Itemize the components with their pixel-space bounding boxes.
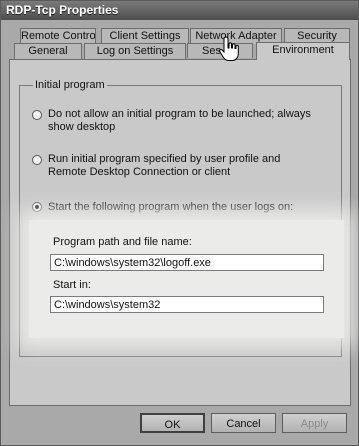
radio-run-user-profile-label: Run initial program specified by user pr…	[48, 153, 281, 178]
ok-button[interactable]: OK	[140, 413, 205, 433]
start-in-input[interactable]: C:\windows\system32	[50, 296, 324, 313]
tab-general[interactable]: General	[14, 43, 82, 59]
tab-log-on-settings[interactable]: Log on Settings	[84, 43, 186, 59]
program-path-input[interactable]: C:\windows\system32\logoff.exe	[50, 254, 324, 271]
radio-run-user-profile[interactable]	[32, 155, 42, 165]
cancel-button[interactable]: Cancel	[211, 413, 276, 433]
program-path-label: Program path and file name:	[53, 236, 192, 248]
tab-client-settings[interactable]: Client Settings	[101, 28, 189, 44]
radio-do-not-allow-label: Do not allow an initial program to be la…	[48, 108, 311, 133]
hand-pointer-icon	[219, 36, 239, 61]
title-bar[interactable]: RDP-Tcp Properties	[1, 1, 358, 20]
radio-selected-dot	[35, 205, 39, 209]
radio-do-not-allow[interactable]	[32, 110, 42, 120]
radio-start-program[interactable]	[32, 202, 42, 212]
radio-start-program-label: Start the following program when the use…	[48, 201, 294, 213]
tab-remote-control[interactable]: Remote Control	[20, 28, 96, 44]
initial-program-group-label: Initial program	[33, 79, 107, 91]
properties-dialog: RDP-Tcp Properties Remote Control Client…	[0, 0, 359, 446]
start-in-label: Start in:	[53, 279, 91, 291]
window-title: RDP-Tcp Properties	[6, 3, 119, 17]
tab-environment[interactable]: Environment	[256, 42, 350, 60]
apply-button: Apply	[282, 413, 347, 433]
